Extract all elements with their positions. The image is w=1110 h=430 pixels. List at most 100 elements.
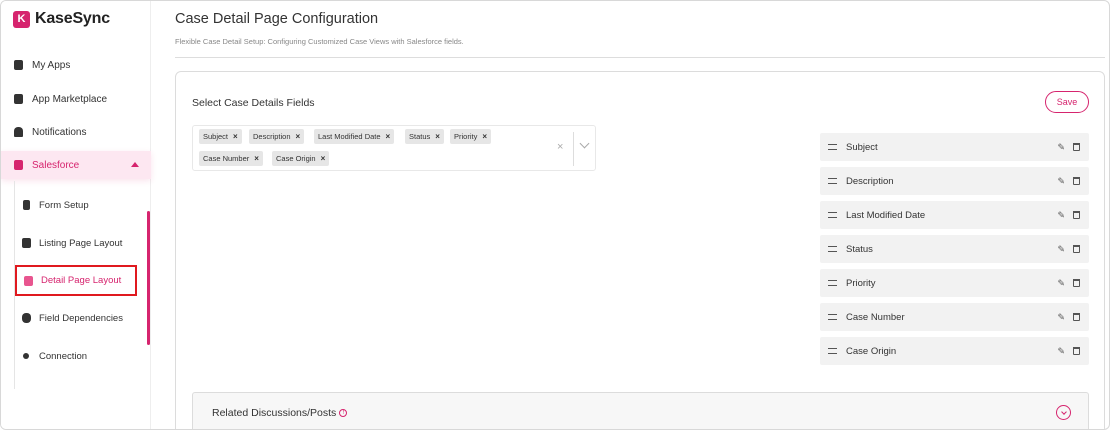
app-name: KaseSync (35, 10, 110, 27)
chip-case-origin: Case Origin × (272, 151, 330, 166)
sidebar-subitem-label: Connection (39, 350, 88, 362)
dependency-icon (21, 313, 31, 323)
save-button[interactable]: Save (1045, 91, 1089, 113)
field-label: Priority (846, 277, 876, 289)
field-label: Description (846, 175, 894, 187)
remove-chip-icon[interactable]: × (386, 132, 391, 141)
clear-all-icon[interactable]: × (557, 141, 563, 153)
trash-icon[interactable] (1073, 177, 1080, 185)
drag-handle-icon[interactable] (828, 246, 837, 252)
config-card: Select Case Details Fields Save Subject … (175, 71, 1105, 429)
salesforce-icon (13, 160, 23, 170)
chevron-down-icon[interactable] (579, 138, 590, 149)
multiselect-separator (573, 132, 574, 166)
field-row-case-origin[interactable]: Case Origin ✎ (820, 337, 1089, 365)
sidebar-subitem-form-setup[interactable]: Form Setup (15, 190, 147, 220)
chip-subject: Subject × (199, 129, 242, 144)
field-row-subject[interactable]: Subject ✎ (820, 133, 1089, 161)
drag-handle-icon[interactable] (828, 280, 837, 286)
field-label: Subject (846, 141, 878, 153)
marketplace-icon (13, 94, 23, 104)
sidebar-item-label: Notifications (32, 126, 87, 138)
sidebar-subitem-label: Listing Page Layout (39, 237, 123, 249)
chip-label: Status (409, 132, 431, 141)
bell-icon (13, 127, 23, 137)
sidebar-item-notifications[interactable]: Notifications (1, 119, 151, 145)
fields-multiselect[interactable]: Subject × Description × Last Modified Da… (192, 125, 596, 171)
sidebar: K KaseSync My Apps App Marketplace Notif… (1, 1, 151, 429)
list-layout-icon (21, 238, 31, 248)
sidebar-item-my-apps[interactable]: My Apps (1, 52, 151, 78)
edit-icon[interactable]: ✎ (1057, 142, 1065, 153)
sidebar-subitem-listing-page-layout[interactable]: Listing Page Layout (15, 228, 147, 258)
sidebar-subitem-field-dependencies[interactable]: Field Dependencies (15, 303, 147, 333)
field-label: Case Number (846, 311, 905, 323)
trash-icon[interactable] (1073, 313, 1080, 321)
edit-icon[interactable]: ✎ (1057, 210, 1065, 221)
related-section-title: Related Discussions/Posts! (212, 407, 348, 419)
drag-handle-icon[interactable] (828, 178, 837, 184)
logo[interactable]: K KaseSync (13, 10, 110, 28)
field-label: Last Modified Date (846, 209, 926, 221)
sidebar-item-label: Salesforce (32, 159, 80, 171)
connection-icon (21, 351, 31, 361)
page-subtitle: Flexible Case Detail Setup: Configuring … (175, 37, 464, 46)
sidebar-item-app-marketplace[interactable]: App Marketplace (1, 86, 151, 112)
chip-case-number: Case Number × (199, 151, 263, 166)
trash-icon[interactable] (1073, 211, 1080, 219)
chip-status: Status × (405, 129, 444, 144)
field-label: Status (846, 243, 873, 255)
form-icon (21, 200, 31, 210)
field-row-priority[interactable]: Priority ✎ (820, 269, 1089, 297)
remove-chip-icon[interactable]: × (435, 132, 440, 141)
edit-icon[interactable]: ✎ (1057, 176, 1065, 187)
chip-last-modified-date: Last Modified Date × (314, 129, 395, 144)
page-title: Case Detail Page Configuration (175, 11, 379, 27)
edit-icon[interactable]: ✎ (1057, 312, 1065, 323)
remove-chip-icon[interactable]: × (482, 132, 487, 141)
sidebar-subitem-connection[interactable]: Connection (15, 341, 147, 371)
field-row-last-modified-date[interactable]: Last Modified Date ✎ (820, 201, 1089, 229)
field-label: Case Origin (846, 345, 897, 357)
info-icon[interactable]: ! (339, 409, 348, 418)
remove-chip-icon[interactable]: × (254, 154, 259, 163)
field-row-case-number[interactable]: Case Number ✎ (820, 303, 1089, 331)
trash-icon[interactable] (1073, 347, 1080, 355)
chip-priority: Priority × (450, 129, 492, 144)
trash-icon[interactable] (1073, 279, 1080, 287)
related-title-text: Related Discussions/Posts (212, 407, 337, 419)
remove-chip-icon[interactable]: × (321, 154, 326, 163)
app-window: K KaseSync My Apps App Marketplace Notif… (0, 0, 1110, 430)
chart-icon (13, 60, 23, 70)
field-row-description[interactable]: Description ✎ (820, 167, 1089, 195)
drag-handle-icon[interactable] (828, 348, 837, 354)
detail-layout-icon (23, 275, 33, 286)
edit-icon[interactable]: ✎ (1057, 346, 1065, 357)
caret-up-icon[interactable] (131, 162, 139, 167)
kasesync-logo-icon: K (13, 10, 30, 28)
header-divider (175, 57, 1105, 58)
chip-label: Case Number (203, 154, 250, 163)
trash-icon[interactable] (1073, 245, 1080, 253)
chip-label: Last Modified Date (318, 132, 381, 141)
remove-chip-icon[interactable]: × (296, 132, 301, 141)
submenu-active-indicator (147, 211, 150, 345)
edit-icon[interactable]: ✎ (1057, 244, 1065, 255)
sidebar-subitem-detail-page-layout[interactable]: Detail Page Layout (15, 265, 137, 296)
edit-icon[interactable]: ✎ (1057, 278, 1065, 289)
chip-label: Subject (203, 132, 229, 141)
card-title: Select Case Details Fields (192, 97, 315, 109)
drag-handle-icon[interactable] (828, 314, 837, 320)
drag-handle-icon[interactable] (828, 144, 837, 150)
remove-chip-icon[interactable]: × (233, 132, 238, 141)
drag-handle-icon[interactable] (828, 212, 837, 218)
sidebar-item-label: My Apps (32, 59, 71, 71)
related-discussions-section[interactable]: Related Discussions/Posts! (192, 392, 1089, 429)
chip-label: Priority (454, 132, 478, 141)
sidebar-item-label: App Marketplace (32, 93, 108, 105)
sidebar-subitem-label: Field Dependencies (39, 312, 123, 324)
trash-icon[interactable] (1073, 143, 1080, 151)
chevron-down-circle-icon[interactable] (1056, 405, 1071, 420)
field-row-status[interactable]: Status ✎ (820, 235, 1089, 263)
sidebar-item-salesforce[interactable]: Salesforce (1, 151, 151, 179)
